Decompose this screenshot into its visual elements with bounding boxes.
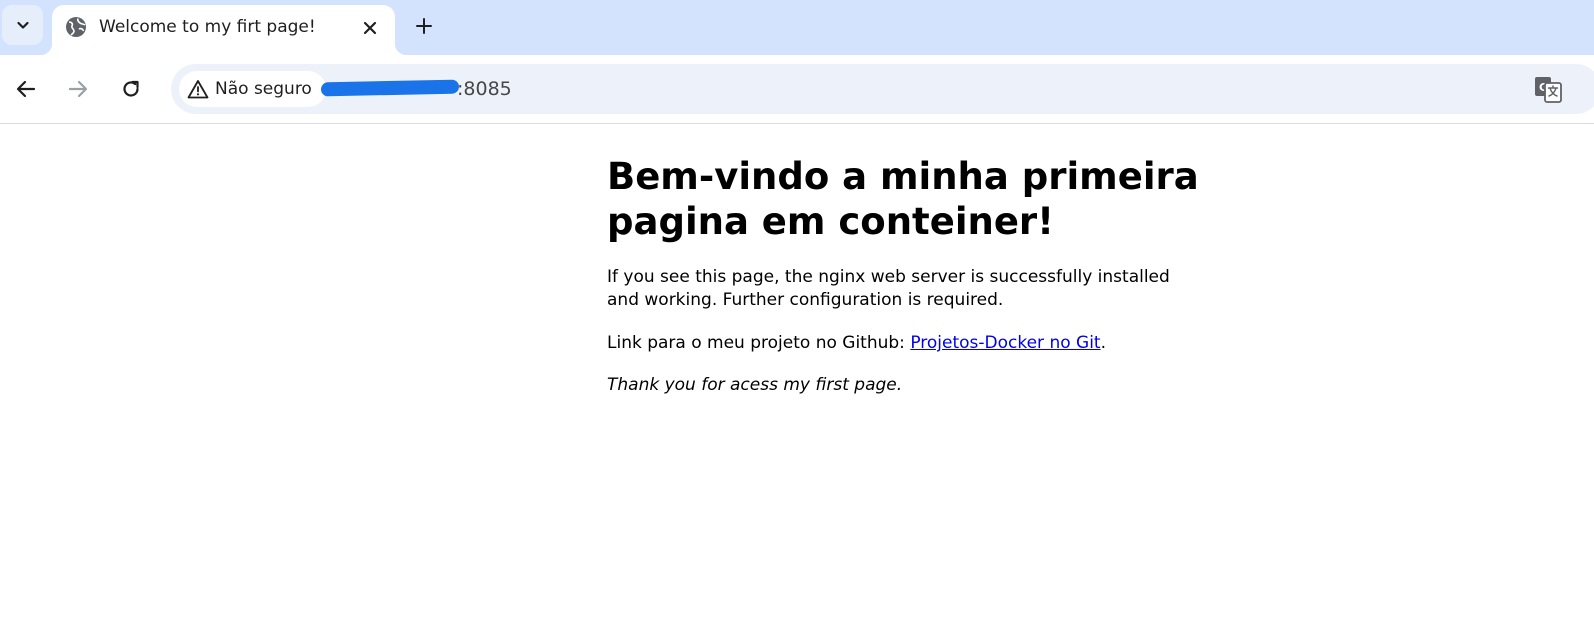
github-link[interactable]: Projetos-Docker no Git <box>910 333 1100 353</box>
chevron-down-icon <box>16 21 29 29</box>
active-tab[interactable]: Welcome to my firt page! <box>40 5 407 55</box>
tab-search-button[interactable] <box>2 5 43 45</box>
back-button[interactable] <box>9 72 43 106</box>
translate-icon[interactable]: G <box>1533 74 1563 104</box>
url-redaction <box>320 79 460 97</box>
tab-strip: Welcome to my firt page! <box>0 0 1594 55</box>
close-icon <box>363 21 377 35</box>
browser-window: Welcome to my firt page! Não seguro:808… <box>0 0 1594 621</box>
toolbar: Não seguro :8085 G <box>0 55 1594 124</box>
warning-triangle-icon <box>187 80 209 99</box>
intro-paragraph: If you see this page, the nginx web serv… <box>607 267 1170 310</box>
closing-paragraph: Thank you for acess my first page. <box>607 375 903 395</box>
address-bar[interactable]: Não seguro :8085 <box>171 64 1594 114</box>
forward-button[interactable] <box>61 72 95 106</box>
new-tab-button[interactable] <box>408 10 440 42</box>
back-arrow-icon <box>16 80 36 98</box>
reload-button[interactable] <box>114 72 148 106</box>
plus-icon <box>416 18 432 34</box>
globe-icon <box>66 17 86 37</box>
tab-title: Welcome to my firt page! <box>99 17 316 37</box>
security-chip[interactable]: Não seguro <box>179 71 326 107</box>
page-heading: Bem-vindo a minha primeira pagina em con… <box>607 155 1199 243</box>
reload-icon <box>123 80 139 97</box>
tab-close-button[interactable] <box>357 15 383 41</box>
link-paragraph: Link para o meu projeto no Github: Proje… <box>607 332 1207 355</box>
url-text: :8085 <box>457 78 512 100</box>
link-suffix: . <box>1100 333 1106 353</box>
security-label: Não seguro <box>215 79 312 99</box>
link-prefix: Link para o meu projeto no Github: <box>607 333 911 353</box>
page-content: Bem-vindo a minha primeira pagina em con… <box>607 124 1207 397</box>
forward-arrow-icon <box>68 80 88 98</box>
